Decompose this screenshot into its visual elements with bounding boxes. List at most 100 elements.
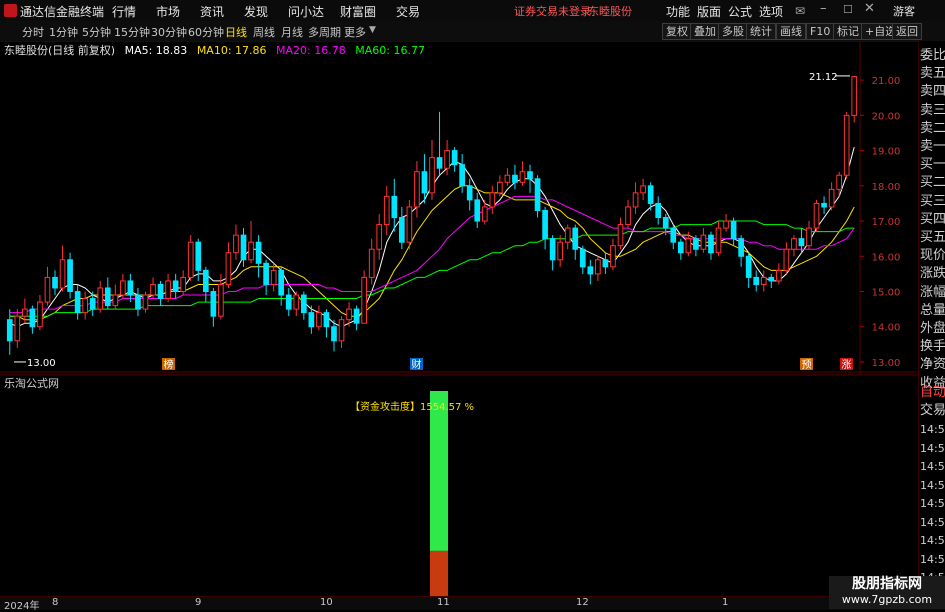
period-intraday[interactable]: 分时 bbox=[22, 24, 44, 40]
panel-label-3: 卖三 bbox=[920, 102, 945, 118]
period-monthly[interactable]: 月线 bbox=[281, 24, 303, 40]
candle-body bbox=[414, 171, 420, 208]
f10-button[interactable]: F10 bbox=[806, 23, 835, 40]
mark-button[interactable]: 标记 bbox=[833, 23, 863, 40]
period-5min[interactable]: 5分钟 bbox=[82, 24, 111, 40]
y-tick-label: 21.00 bbox=[872, 76, 901, 87]
tick-time-7: 14:56 bbox=[920, 552, 945, 566]
candle-body bbox=[157, 283, 164, 300]
candle-body bbox=[670, 227, 677, 243]
candle-body bbox=[851, 76, 858, 116]
menu-item-ask[interactable]: 问小达 bbox=[288, 3, 324, 20]
menu-item-formula[interactable]: 公式 bbox=[728, 3, 752, 20]
candle-body bbox=[504, 174, 511, 183]
x-label-nov: 11 bbox=[437, 597, 450, 608]
candle-body bbox=[828, 188, 835, 208]
period-15min[interactable]: 15分钟 bbox=[114, 24, 150, 40]
menu-bar: 通达信金融终端 行情 市场 资讯 发现 问小达 财富圈 交易 证券交易未登录 东… bbox=[0, 0, 945, 22]
minimize-icon[interactable]: – bbox=[820, 1, 827, 16]
candle-body bbox=[821, 202, 827, 208]
app-logo-icon bbox=[4, 4, 17, 17]
menu-item-wealth[interactable]: 财富圈 bbox=[340, 3, 376, 20]
menu-item-trade[interactable]: 交易 bbox=[396, 3, 420, 20]
panel-label-17: 净资 bbox=[920, 357, 945, 373]
menu-item-function[interactable]: 功能 bbox=[666, 3, 690, 20]
candle-body bbox=[587, 266, 594, 275]
candle-body bbox=[466, 185, 473, 201]
candle-body bbox=[368, 248, 375, 278]
chevron-down-icon[interactable]: ▼ bbox=[369, 25, 376, 35]
back-button[interactable]: 返回 bbox=[892, 23, 922, 40]
candle-body bbox=[708, 234, 714, 254]
candle-body bbox=[22, 308, 28, 317]
maximize-icon[interactable]: ☐ bbox=[843, 3, 853, 16]
candle-body bbox=[233, 234, 239, 254]
tick-time-4: 14:56 bbox=[920, 497, 945, 510]
overlay-button[interactable]: 叠加 bbox=[690, 23, 720, 40]
close-icon[interactable]: ✕ bbox=[864, 1, 875, 16]
candle-body bbox=[120, 280, 126, 296]
mail-icon[interactable]: ✉ bbox=[795, 4, 805, 18]
menu-item-discover[interactable]: 发现 bbox=[244, 3, 268, 20]
login-notice[interactable]: 证券交易未登录 bbox=[514, 3, 591, 19]
menu-item-market[interactable]: 市场 bbox=[156, 3, 180, 20]
candle-body bbox=[67, 259, 73, 293]
period-more[interactable]: 更多 bbox=[344, 24, 366, 40]
candle-body bbox=[527, 171, 533, 180]
candle-body bbox=[135, 294, 141, 310]
y-tick-label: 15.00 bbox=[872, 288, 901, 299]
guest-user[interactable]: 游客 bbox=[893, 3, 915, 19]
period-1min[interactable]: 1分钟 bbox=[49, 24, 78, 40]
x-label-oct: 10 bbox=[320, 597, 333, 608]
candle-body bbox=[172, 280, 179, 293]
x-label-jan: 1 bbox=[722, 597, 729, 608]
candle-body bbox=[640, 185, 646, 194]
adjust-button[interactable]: 复权 bbox=[662, 23, 692, 40]
candle-body bbox=[263, 262, 269, 285]
multi-stock-button[interactable]: 多股 bbox=[718, 23, 748, 40]
high-price-label: 21.12 bbox=[809, 72, 838, 83]
candle-body bbox=[775, 269, 782, 282]
candle-body bbox=[730, 220, 737, 240]
candle-body bbox=[572, 227, 579, 250]
candle-body bbox=[14, 315, 21, 342]
watermark-url: www.7gpzb.com bbox=[841, 593, 933, 606]
menu-item-options[interactable]: 选项 bbox=[759, 3, 783, 20]
candle-body bbox=[723, 220, 729, 229]
menu-item-quotes[interactable]: 行情 bbox=[112, 3, 136, 20]
candle-body bbox=[338, 319, 345, 342]
menu-item-layout[interactable]: 版面 bbox=[697, 3, 721, 20]
candle-body bbox=[791, 238, 797, 250]
period-weekly[interactable]: 周线 bbox=[253, 24, 275, 40]
candle-body bbox=[534, 178, 541, 211]
candle-body bbox=[760, 276, 767, 285]
panel-label-0: 委比 bbox=[920, 48, 945, 63]
candle-body bbox=[270, 269, 277, 285]
draw-line-button[interactable]: 画线 bbox=[776, 23, 806, 40]
period-60min[interactable]: 60分钟 bbox=[188, 24, 224, 40]
candle-body bbox=[89, 298, 96, 310]
panel-tab-0[interactable]: 自动 bbox=[920, 384, 945, 402]
candle-body bbox=[240, 234, 247, 261]
panel-label-1: 卖五 bbox=[920, 66, 945, 82]
right-quote-panel: 委比 卖五 卖四 卖三 卖二 卖一 买一 买二 买三 买四 买五 现价 涨跌 涨幅 总量 外盘 换手 净资 收益 自动… bbox=[918, 41, 945, 603]
period-multi[interactable]: 多周期 bbox=[308, 24, 341, 40]
statistics-button[interactable]: 统计 bbox=[746, 23, 776, 40]
candle-body bbox=[632, 192, 639, 208]
candle-body bbox=[625, 206, 631, 226]
candle-body bbox=[202, 269, 209, 292]
candle-body bbox=[361, 276, 367, 324]
x-label-sep: 9 bbox=[195, 597, 202, 608]
period-daily[interactable]: 日线 bbox=[225, 24, 247, 40]
candle-body bbox=[497, 181, 503, 194]
period-30min[interactable]: 30分钟 bbox=[151, 24, 187, 40]
panel-label-11: 现价 bbox=[920, 248, 945, 264]
app-title: 通达信金融终端 bbox=[20, 5, 105, 19]
kline-chart[interactable]: 21.00 20.00 19.00 18.00 17.00 16.00 15.00 14.00… bbox=[0, 41, 918, 596]
panel-tab-1[interactable]: 交易 bbox=[920, 402, 945, 420]
panel-label-2: 卖四 bbox=[920, 84, 945, 100]
candle-body bbox=[474, 199, 481, 222]
panel-label-14: 总量 bbox=[920, 302, 945, 318]
menu-item-news[interactable]: 资讯 bbox=[200, 3, 224, 20]
candle-body bbox=[383, 195, 390, 226]
